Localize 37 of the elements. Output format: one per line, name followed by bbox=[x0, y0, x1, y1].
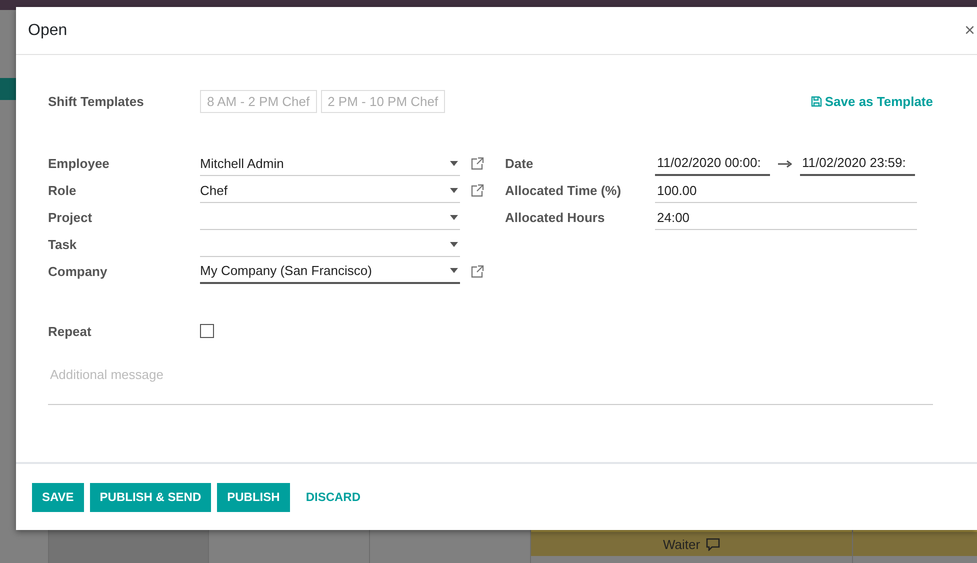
select-field[interactable]: My Company (San Francisco) bbox=[200, 260, 460, 284]
field-label: Shift Templates bbox=[48, 94, 145, 108]
discard-link[interactable]: DISCARD bbox=[296, 482, 370, 512]
select-field[interactable]: Mitchell Admin bbox=[200, 152, 460, 176]
input-field[interactable]: 24:00 bbox=[655, 206, 917, 230]
field-label: Task bbox=[48, 237, 78, 252]
field-label: Date bbox=[505, 156, 534, 171]
field-label: Project bbox=[48, 210, 94, 225]
select-field[interactable]: Chef bbox=[200, 178, 460, 202]
external-link-icon[interactable] bbox=[471, 184, 484, 197]
field-label: Repeat bbox=[48, 324, 92, 338]
field-label: Company bbox=[48, 264, 108, 279]
close-button[interactable]: × bbox=[962, 20, 977, 41]
date-field[interactable]: 11/02/2020 23:59: bbox=[800, 152, 915, 176]
save-template-link[interactable]: Save as Template bbox=[810, 94, 933, 108]
caret-icon[interactable] bbox=[450, 160, 458, 166]
comment-icon bbox=[706, 538, 720, 550]
input-field[interactable]: 100.00 bbox=[655, 178, 917, 202]
field-label: Role bbox=[48, 183, 78, 198]
external-link-icon[interactable] bbox=[471, 265, 484, 278]
field-label: Allocated Time (%) bbox=[505, 183, 622, 198]
action-button[interactable]: PUBLISH bbox=[217, 482, 290, 512]
shift-label: Waiter bbox=[662, 536, 700, 552]
date-field[interactable]: 11/02/2020 00:00: bbox=[655, 152, 770, 176]
dialog-title: Open bbox=[28, 22, 68, 40]
caret-icon[interactable] bbox=[450, 214, 458, 220]
external-link-icon[interactable] bbox=[471, 157, 484, 170]
caret-icon[interactable] bbox=[450, 188, 458, 192]
shift-pill[interactable]: Waiter bbox=[531, 530, 852, 556]
field-label: Allocated Hours bbox=[505, 210, 606, 225]
action-button[interactable]: SAVE bbox=[32, 482, 84, 512]
arrow-icon bbox=[778, 160, 792, 168]
action-button[interactable]: PUBLISH & SEND bbox=[90, 482, 212, 512]
caret-icon[interactable] bbox=[450, 242, 458, 246]
caret-icon[interactable] bbox=[450, 268, 458, 273]
checkbox[interactable] bbox=[200, 324, 214, 338]
field-label: Employee bbox=[48, 156, 110, 171]
